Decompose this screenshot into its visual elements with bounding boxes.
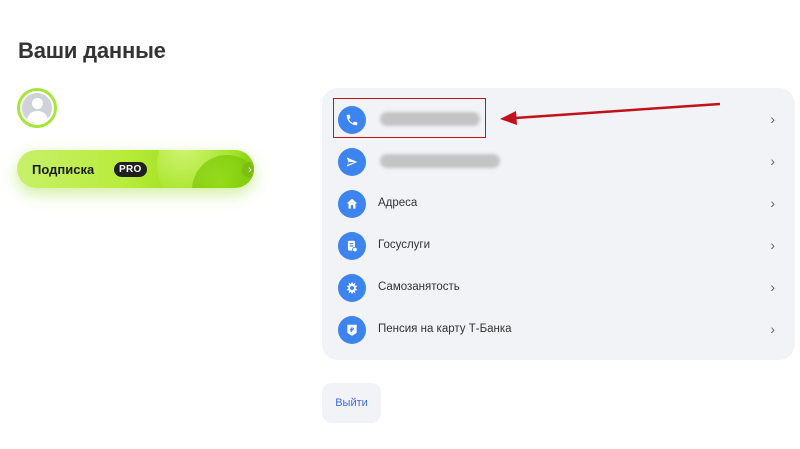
profile-page: Ваши данные Подписка PRO › › › Адреса › … xyxy=(0,0,800,449)
logout-button[interactable]: Выйти xyxy=(322,383,381,423)
annotation-arrow xyxy=(500,102,721,125)
